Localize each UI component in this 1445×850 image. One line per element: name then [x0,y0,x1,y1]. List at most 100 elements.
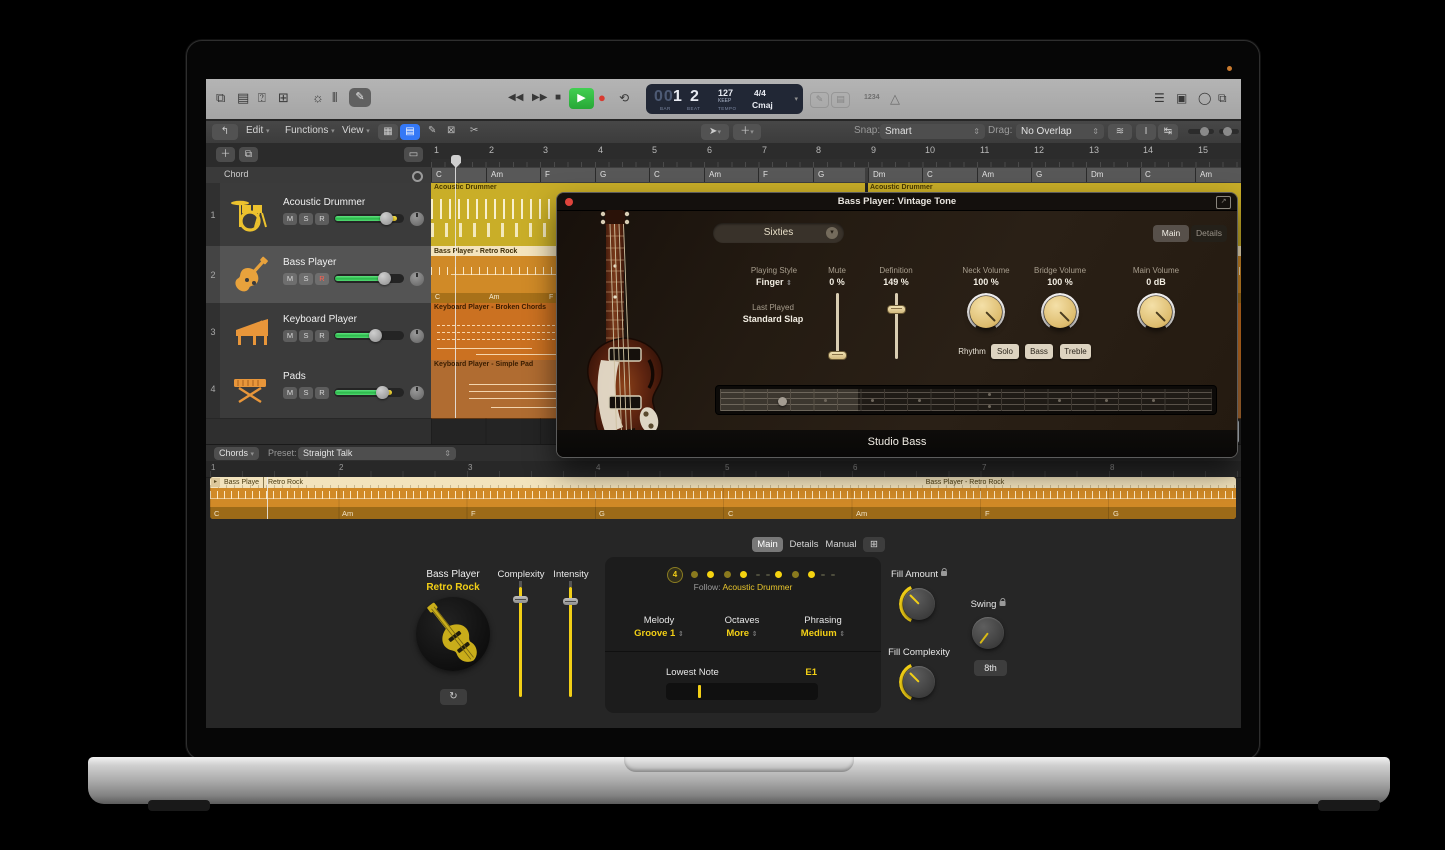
main-volume-knob[interactable] [1137,293,1175,331]
mute-button[interactable]: M [283,330,297,342]
preset-chevron-icon[interactable]: ▾ [826,227,838,239]
chord-chip[interactable]: C [1140,168,1195,182]
pickup-bass-button[interactable]: Bass [1025,344,1053,359]
editor-region[interactable]: ▸ Bass Playe Retro Rock Bass Player - Re… [210,477,1236,519]
menu-edit[interactable]: Edit ▾ [246,125,270,136]
pan-knob[interactable] [410,386,424,400]
vertical-zoom-button[interactable]: I [1136,124,1156,140]
lcd-display[interactable]: 00 1 2 BAR BEAT 127 KEEP TEMPO 4/4 Cmaj … [646,84,803,114]
fill-amount-knob[interactable] [901,586,937,622]
menu-functions[interactable]: Functions ▾ [285,125,335,136]
track-row-keyboard-player[interactable]: 3 Keyboard Player MSR [206,303,431,361]
cycle-button[interactable]: ⟲ [619,90,629,106]
solo-button[interactable]: S [299,387,313,399]
playhead-line[interactable] [455,159,456,418]
rewind-button[interactable]: ◀◀ [508,90,523,106]
mute-slider[interactable] [836,293,839,359]
pencil-tool-icon[interactable]: ✎ [428,125,436,136]
chord-chip[interactable]: C [922,168,977,182]
chord-chip[interactable]: C [431,168,486,182]
chord-chip[interactable]: G [1031,168,1086,182]
chord-chip[interactable]: Am [1195,168,1241,182]
waveform-zoom-button[interactable]: ≋ [1108,124,1132,140]
editor-preset-select[interactable]: Straight Talk⇕ [298,447,456,460]
tab-details[interactable]: Details [787,537,821,552]
preset-selector[interactable]: Sixties▾ [713,223,844,243]
chord-chip[interactable]: Am [704,168,758,182]
pointer-tool-menu[interactable]: ➤▾ [701,124,729,140]
stop-button[interactable]: ■ [555,90,561,106]
quick-help-icon[interactable]: ⍰ [258,90,266,106]
menu-view[interactable]: View ▾ [342,125,370,136]
pattern-dot[interactable] [691,571,698,578]
scissors-tool-icon[interactable]: ✂ [470,125,478,136]
swing-knob[interactable] [970,615,1006,651]
vertical-zoom-slider[interactable] [1188,129,1214,134]
drag-select[interactable]: No Overlap⇕ [1016,124,1104,139]
complexity-slider[interactable] [519,587,522,697]
inspector-icon[interactable]: ▤ [237,90,249,106]
snap-select[interactable]: Smart⇕ [880,124,985,139]
volume-knob[interactable] [378,272,391,285]
neck-volume-knob[interactable] [967,293,1005,331]
volume-slider[interactable] [334,331,404,340]
grid-panel-icon[interactable]: ⊞ [863,537,885,552]
record-enable-button[interactable]: R [315,387,329,399]
record-enable-button[interactable]: R [315,273,329,285]
volume-knob[interactable] [380,212,393,225]
pickup-solo-button[interactable]: Solo [991,344,1019,359]
regenerate-button[interactable]: ↻ [440,689,467,705]
pattern-count-badge[interactable]: 4 [667,567,683,583]
volume-knob[interactable] [369,329,382,342]
chord-chip[interactable]: Dm [1086,168,1140,182]
playing-style-select[interactable]: Finger ⇕ [756,277,792,287]
lcd-chevron-down-icon[interactable]: ▾ [794,95,798,103]
chord-chip[interactable]: Am [977,168,1031,182]
pan-knob[interactable] [410,212,424,226]
duplicate-track-button[interactable]: ⧉ [239,147,258,162]
plugin-tab-main[interactable]: Main [1153,225,1189,242]
pattern-dot[interactable] [707,571,714,578]
octaves-select[interactable]: More ⇕ [726,628,757,639]
piano-roll-view-button[interactable]: ▤ [400,124,420,140]
pencil-ghost-button[interactable]: ✎ [810,92,829,108]
editors-toggle-button[interactable]: ✎ [349,88,371,107]
fill-complexity-knob[interactable] [901,664,937,700]
bridge-volume-knob[interactable] [1041,293,1079,331]
chord-chip[interactable]: G [595,168,649,182]
horizontal-zoom-button[interactable]: ↹ [1158,124,1178,140]
solo-ghost-button[interactable]: ▤ [831,92,850,108]
share-icon[interactable]: ⧉ [1218,90,1227,106]
track-row-bass-player[interactable]: 2 Bass Player MSR [206,246,431,304]
pan-knob[interactable] [410,272,424,286]
pattern-dot[interactable] [808,571,815,578]
solo-button[interactable]: S [299,213,313,225]
volume-slider[interactable] [334,388,404,397]
fretboard-display[interactable] [716,386,1216,414]
chord-track-power-icon[interactable] [412,171,423,182]
definition-slider[interactable] [895,293,898,359]
bass-player-artwork[interactable] [416,597,490,671]
link-icon[interactable]: ↗ [1216,196,1231,209]
phrasing-select[interactable]: Medium ⇕ [801,628,845,639]
plugin-window-bass-player[interactable]: Bass Player: Vintage Tone ↗ [557,193,1237,457]
plugin-title-bar[interactable]: Bass Player: Vintage Tone [557,193,1237,211]
pattern-dot[interactable] [740,571,747,578]
chord-chip[interactable]: Dm [868,168,922,182]
mute-handle[interactable] [828,351,847,360]
definition-handle[interactable] [887,305,906,314]
chord-chip[interactable]: C [649,168,704,182]
count-in-icon[interactable]: 1234 [864,94,880,101]
follow-readout[interactable]: Follow: Acoustic Drummer [605,582,881,592]
mute-button[interactable]: M [283,273,297,285]
record-enable-button[interactable]: R [315,213,329,225]
pattern-dot[interactable] [724,571,731,578]
secondary-tool-menu[interactable]: ＋▾ [733,124,761,140]
mixer-icon[interactable]: ⫴ [332,90,337,106]
volume-slider[interactable] [334,274,404,283]
pickup-treble-button[interactable]: Treble [1060,344,1091,359]
pickup-rhythm-label[interactable]: Rhythm [955,344,989,359]
grid-view-button[interactable]: ▦ [378,124,398,140]
media-browser-icon[interactable]: ▣ [1176,90,1187,106]
tab-main[interactable]: Main [752,537,783,552]
